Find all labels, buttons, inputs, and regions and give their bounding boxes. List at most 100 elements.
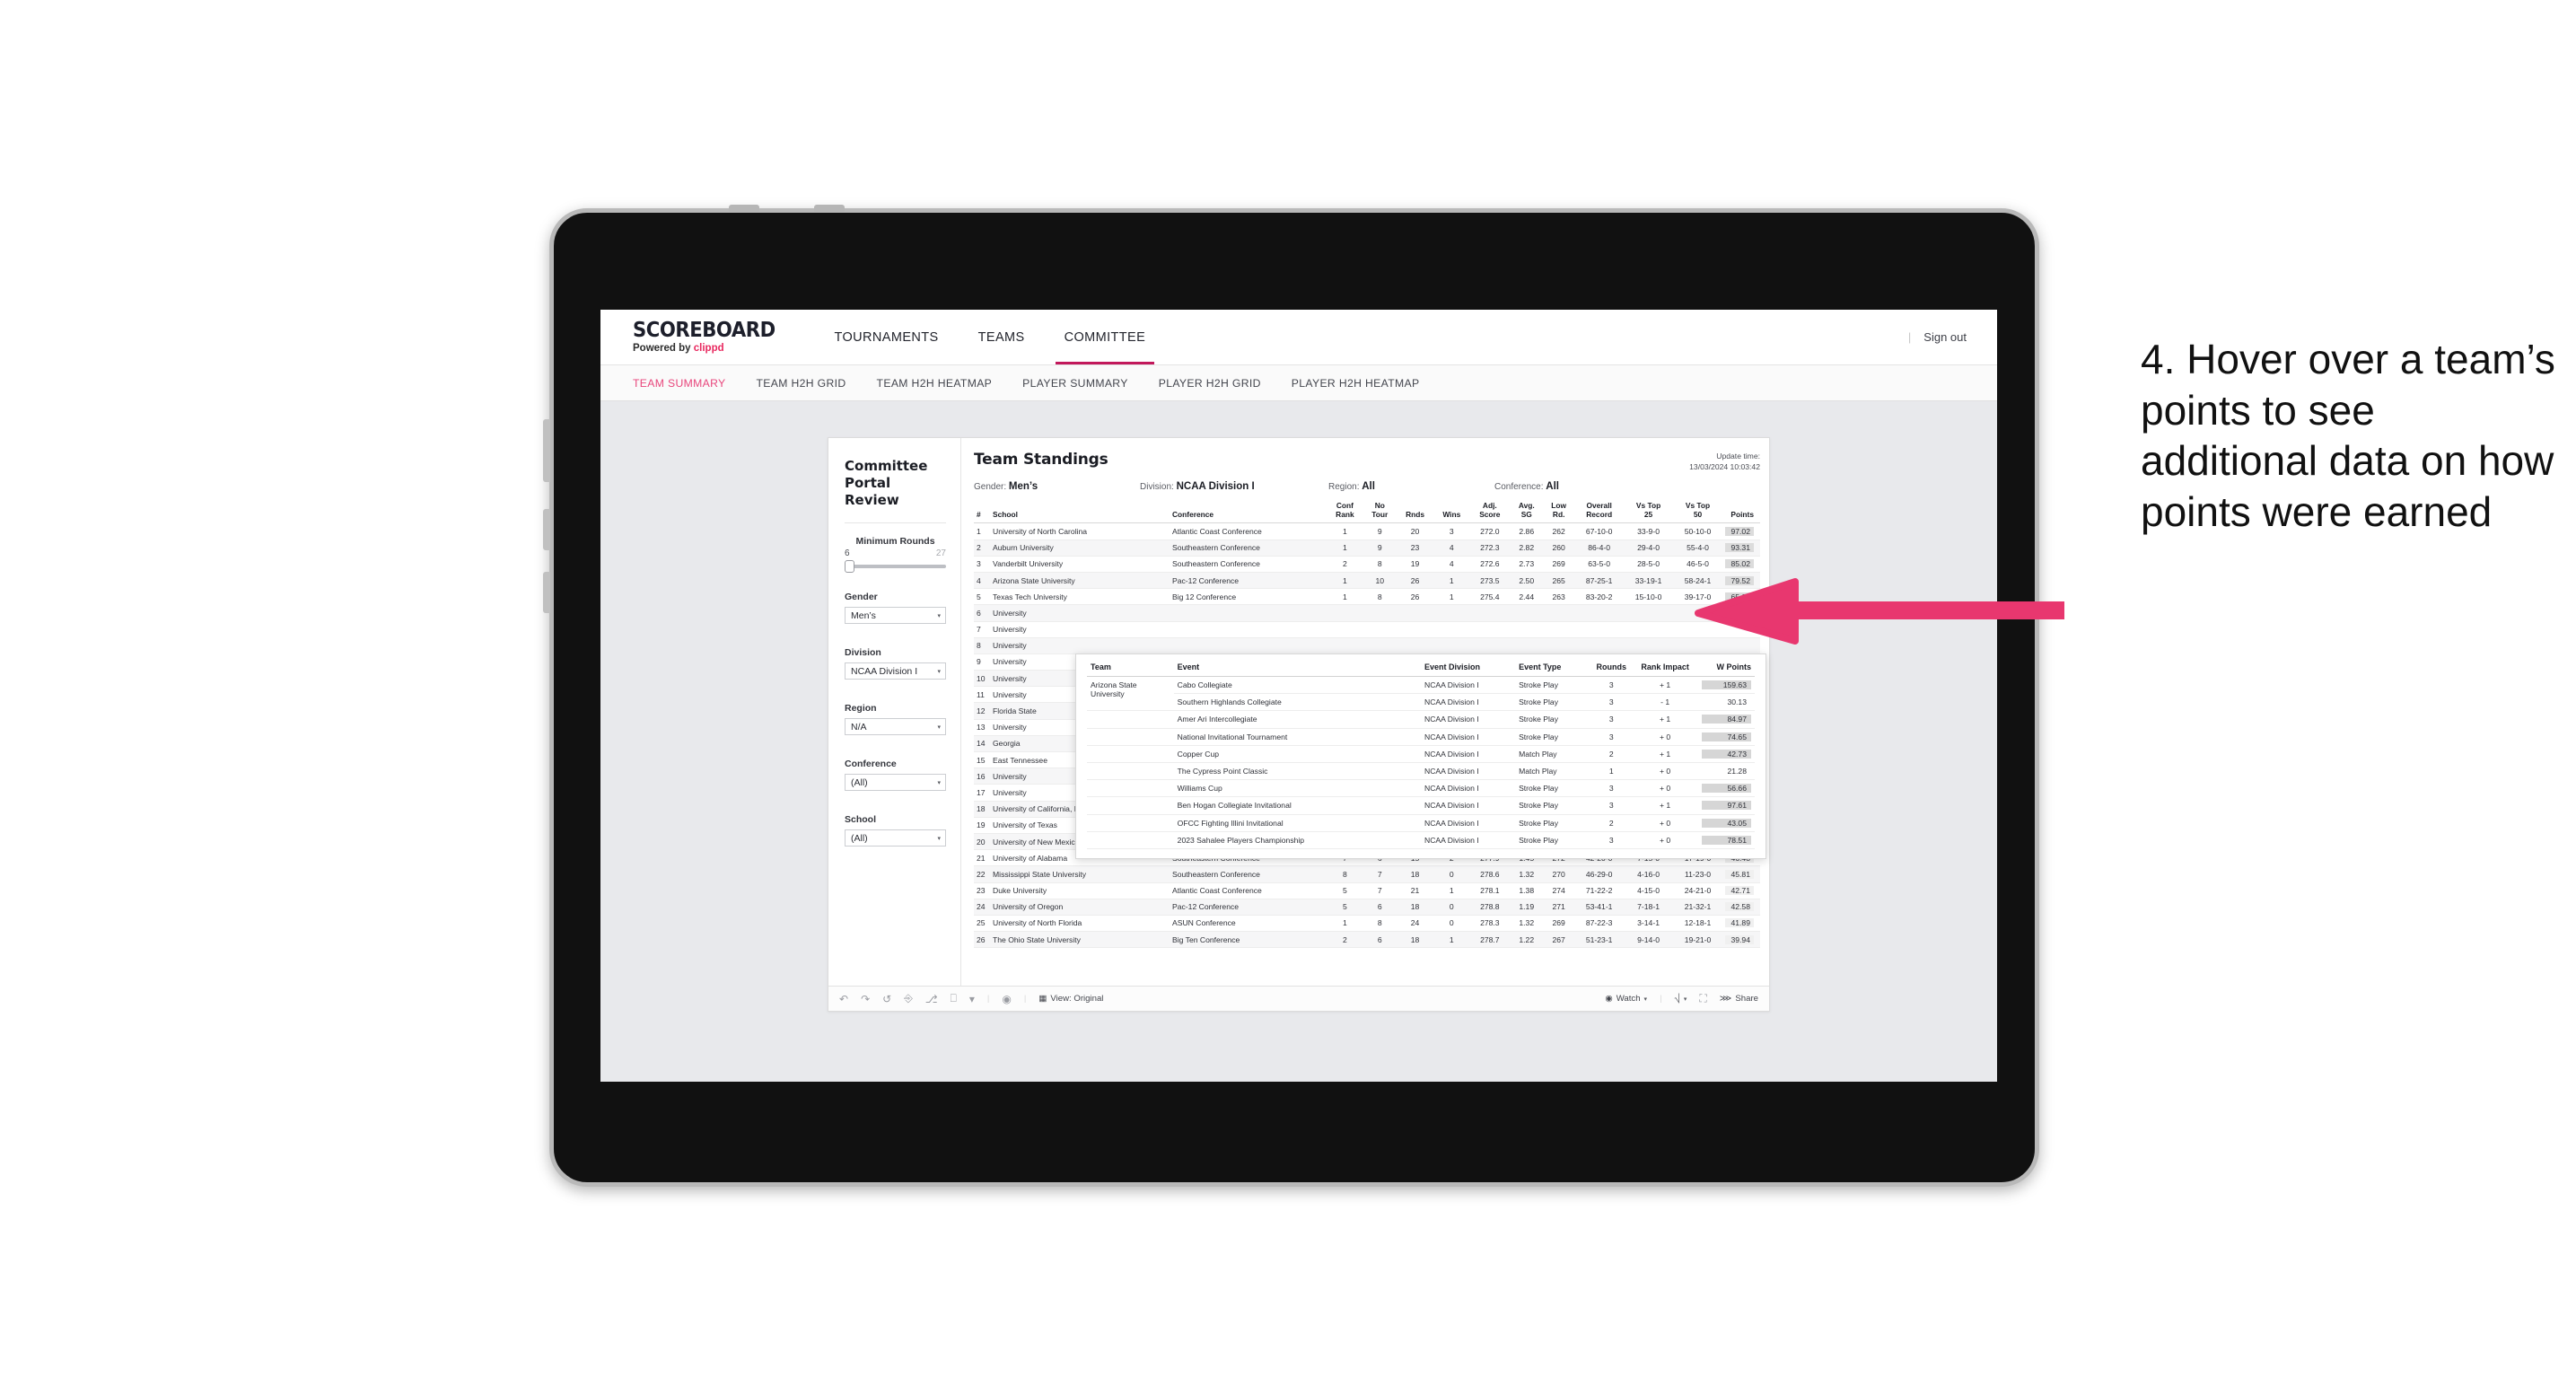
minimum-rounds-slider[interactable] bbox=[845, 560, 946, 574]
nav-item-committee[interactable]: COMMITTEE bbox=[1045, 310, 1166, 364]
col-low-line1: Low bbox=[1551, 501, 1567, 511]
cell-points[interactable]: 85.02 bbox=[1722, 556, 1760, 573]
share-button[interactable]: ⋙ Share bbox=[1720, 994, 1758, 1004]
redo-icon[interactable]: ↷ bbox=[861, 993, 870, 1005]
sign-out-link[interactable]: Sign out bbox=[1923, 330, 1967, 344]
cell-points[interactable]: 41.89 bbox=[1722, 915, 1760, 933]
nav-item-tournaments[interactable]: TOURNAMENTS bbox=[815, 310, 959, 364]
tooltip-cell-division: NCAA Division I bbox=[1420, 676, 1516, 695]
tooltip-cell-w-points: 84.97 bbox=[1697, 710, 1755, 729]
filter-division: Division NCAA Division I ▾ bbox=[845, 647, 946, 680]
points-value[interactable]: 39.94 bbox=[1725, 934, 1754, 944]
school-select[interactable]: (All) ▾ bbox=[845, 829, 946, 847]
col-wins[interactable]: Wins bbox=[1433, 502, 1470, 524]
tab-team-summary[interactable]: TEAM SUMMARY bbox=[633, 377, 726, 390]
table-row[interactable]: 1 University of North Carolina Atlantic Co… bbox=[974, 522, 1760, 540]
brand-logo[interactable]: SCOREBOARD Powered by clippd bbox=[600, 320, 815, 355]
cell-points[interactable]: 93.31 bbox=[1722, 539, 1760, 557]
col-low-rd[interactable]: Low Rd. bbox=[1543, 501, 1575, 524]
active-filter-region-label: Region: bbox=[1328, 482, 1360, 493]
points-value[interactable]: 42.71 bbox=[1725, 886, 1754, 896]
tooltip-row: Copper Cup NCAA Division I Match Play 2 + 14… bbox=[1087, 745, 1755, 763]
tooltip-w-points-value: 74.65 bbox=[1701, 732, 1751, 741]
points-value[interactable]: 45.81 bbox=[1725, 869, 1754, 879]
table-row[interactable]: 25 University of North Florida ASUN Confer… bbox=[974, 915, 1760, 933]
fullscreen-icon[interactable]: ⛶ bbox=[1699, 992, 1706, 1005]
col-conference[interactable]: Conference bbox=[1170, 502, 1327, 524]
cell-points[interactable]: 39.94 bbox=[1722, 931, 1760, 949]
screenshot-root: SCOREBOARD Powered by clippd TOURNAMENTS… bbox=[0, 0, 2576, 1386]
cell-rank: 13 bbox=[974, 719, 990, 736]
points-value[interactable]: 97.02 bbox=[1725, 526, 1754, 536]
table-row[interactable]: 7 University bbox=[974, 621, 1760, 638]
revert-icon[interactable]: ↺ bbox=[882, 993, 891, 1005]
chevron-down-icon[interactable]: ▾ bbox=[969, 993, 975, 1005]
col-t50-line1: Vs Top bbox=[1685, 501, 1711, 511]
cell-points[interactable]: 97.02 bbox=[1722, 522, 1760, 540]
cell-points[interactable]: 42.58 bbox=[1722, 899, 1760, 916]
table-row[interactable]: 5 Texas Tech University Big 12 Conference 1… bbox=[974, 588, 1760, 606]
table-row[interactable]: 8 University bbox=[974, 637, 1760, 654]
points-value[interactable]: 41.89 bbox=[1725, 918, 1754, 928]
col-vs-top-50[interactable]: Vs Top 50 bbox=[1673, 501, 1722, 524]
highlight-icon[interactable]: ◉ bbox=[1002, 993, 1011, 1005]
col-school[interactable]: School bbox=[990, 502, 1170, 524]
view-original-button[interactable]: ▦ View: Original bbox=[1038, 994, 1103, 1004]
table-row[interactable]: 6 University bbox=[974, 604, 1760, 622]
col-rank[interactable]: # bbox=[974, 502, 990, 524]
cell-rank: 18 bbox=[974, 801, 990, 818]
col-vs-top-25[interactable]: Vs Top 25 bbox=[1624, 501, 1674, 524]
col-conf-rank[interactable]: Conf Rank bbox=[1327, 501, 1363, 524]
zoom-tool-icon[interactable]: ⎕ bbox=[951, 992, 957, 1005]
slider-handle[interactable] bbox=[845, 560, 854, 574]
table-row[interactable]: 4 Arizona State University Pac-12 Conferen… bbox=[974, 572, 1760, 590]
division-select[interactable]: NCAA Division I ▾ bbox=[845, 662, 946, 680]
col-overall-record[interactable]: Overall Record bbox=[1574, 501, 1625, 524]
cell-points[interactable]: 42.71 bbox=[1722, 882, 1760, 899]
download-icon: ⎷ bbox=[1674, 994, 1680, 1004]
col-points[interactable]: Points bbox=[1722, 502, 1760, 524]
cell-t25: 28-5-0 bbox=[1624, 556, 1674, 573]
tab-team-h2h-heatmap[interactable]: TEAM H2H HEATMAP bbox=[877, 377, 993, 390]
table-row[interactable]: 3 Vanderbilt University Southeastern Confe… bbox=[974, 556, 1760, 573]
table-row[interactable]: 24 University of Oregon Pac-12 Conference 5… bbox=[974, 899, 1760, 916]
tab-player-h2h-heatmap[interactable]: PLAYER H2H HEATMAP bbox=[1292, 377, 1420, 390]
col-rnds[interactable]: Rnds bbox=[1396, 502, 1434, 524]
download-button[interactable]: ⎷ ▾ bbox=[1675, 994, 1687, 1004]
points-value[interactable]: 93.31 bbox=[1725, 543, 1754, 553]
table-row[interactable]: 23 Duke University Atlantic Coast Conferen… bbox=[974, 882, 1760, 899]
app-header: SCOREBOARD Powered by clippd TOURNAMENTS… bbox=[600, 310, 1997, 365]
col-adj-score[interactable]: Adj. Score bbox=[1469, 501, 1511, 524]
share-label: Share bbox=[1735, 994, 1758, 1004]
watch-button[interactable]: ◉ Watch ▾ bbox=[1605, 994, 1647, 1004]
view-original-label: View: Original bbox=[1050, 994, 1104, 1004]
points-value[interactable]: 42.58 bbox=[1725, 902, 1754, 912]
cell-sg: 1.22 bbox=[1510, 931, 1544, 949]
cell-wins: 4 bbox=[1433, 556, 1470, 573]
col-no-tour[interactable]: No Tour bbox=[1362, 501, 1397, 524]
col-avg-sg[interactable]: Avg. SG bbox=[1510, 501, 1544, 524]
tooltip-cell-type: Stroke Play bbox=[1515, 814, 1591, 832]
nav-item-teams[interactable]: TEAMS bbox=[959, 310, 1045, 364]
table-row[interactable]: 22 Mississippi State University Southeaste… bbox=[974, 865, 1760, 883]
tab-player-summary[interactable]: PLAYER SUMMARY bbox=[1022, 377, 1128, 390]
tab-team-h2h-grid[interactable]: TEAM H2H GRID bbox=[757, 377, 846, 390]
table-row[interactable]: 26 The Ohio State University Big Ten Confe… bbox=[974, 931, 1760, 949]
cell-notour: 6 bbox=[1362, 899, 1397, 916]
cell-t50: 24-21-0 bbox=[1673, 882, 1722, 899]
cell-adj bbox=[1469, 604, 1511, 622]
pause-updates-icon[interactable]: ⎇ bbox=[925, 993, 938, 1005]
gender-select[interactable]: Men’s ▾ bbox=[845, 607, 946, 625]
cell-t25: 33-9-0 bbox=[1624, 522, 1674, 540]
region-select[interactable]: N/A ▾ bbox=[845, 718, 946, 736]
table-row[interactable]: 2 Auburn University Southeastern Conferenc… bbox=[974, 539, 1760, 557]
cell-rank: 24 bbox=[974, 899, 990, 916]
cell-conf: Southeastern Conference bbox=[1170, 865, 1327, 883]
cell-rnds bbox=[1396, 604, 1434, 622]
tab-player-h2h-grid[interactable]: PLAYER H2H GRID bbox=[1159, 377, 1261, 390]
conference-select[interactable]: (All) ▾ bbox=[845, 774, 946, 792]
cell-points[interactable]: 45.81 bbox=[1722, 865, 1760, 883]
undo-icon[interactable]: ↶ bbox=[839, 993, 848, 1005]
points-value[interactable]: 85.02 bbox=[1725, 559, 1754, 569]
refresh-data-icon[interactable]: ⎆ bbox=[904, 992, 913, 1005]
